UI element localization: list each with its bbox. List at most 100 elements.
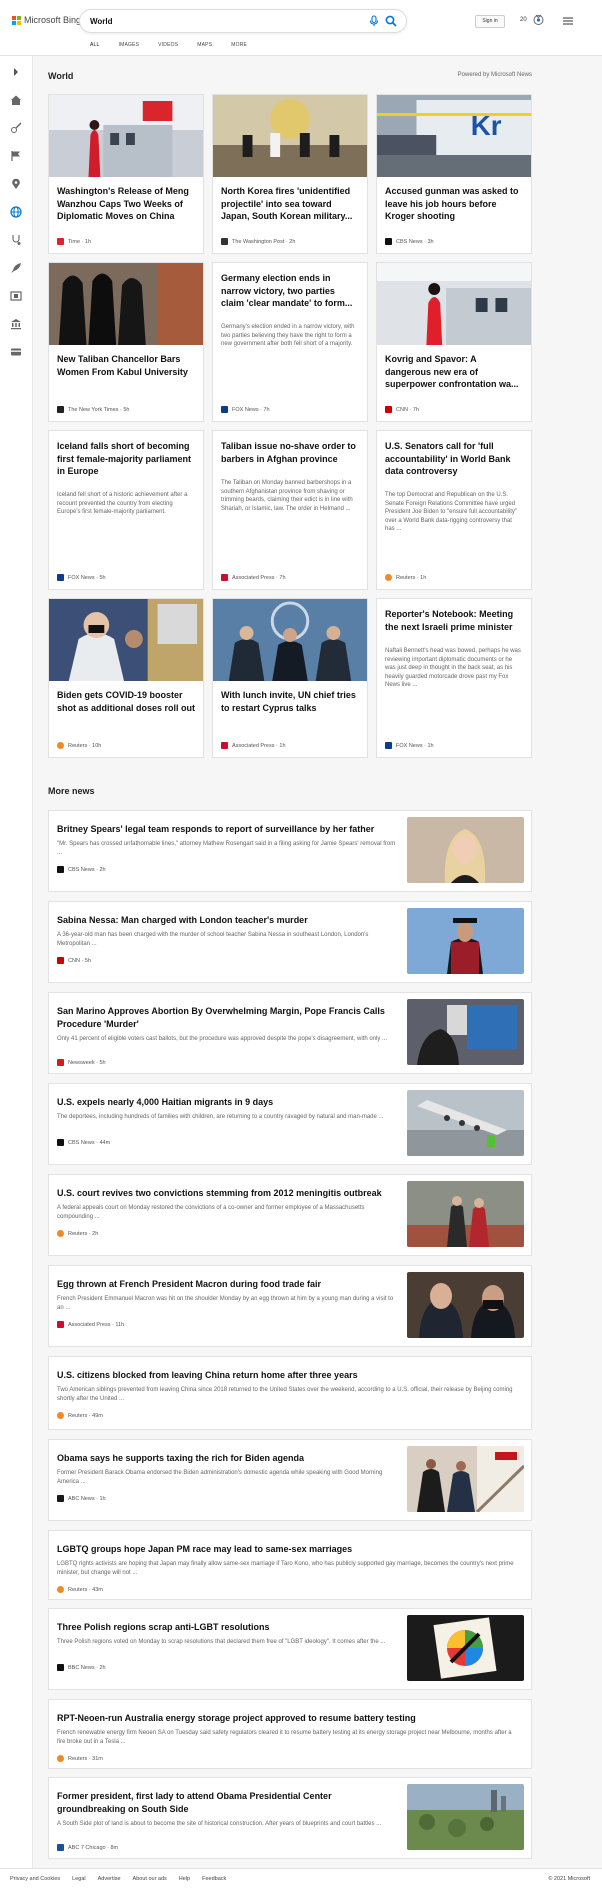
help-link[interactable]: Help — [179, 1876, 190, 1882]
rewards-medal-icon[interactable] — [532, 13, 545, 26]
news-card[interactable]: Germany election ends in narrow victory,… — [212, 262, 368, 422]
news-list-item[interactable]: Obama says he supports taxing the rich f… — [48, 1439, 532, 1521]
card-title[interactable]: New Taliban Chancellor Bars Women From K… — [57, 353, 195, 378]
item-title[interactable]: Three Polish regions scrap anti-LGBT res… — [57, 1621, 397, 1634]
globe-icon[interactable] — [10, 206, 22, 218]
microphone-icon[interactable] — [368, 15, 380, 27]
news-card[interactable]: U.S. Senators call for 'full accountabil… — [376, 430, 532, 590]
card-title[interactable]: Germany election ends in narrow victory,… — [221, 272, 359, 310]
news-card[interactable]: New Taliban Chancellor Bars Women From K… — [48, 262, 204, 422]
location-pin-icon[interactable] — [10, 178, 22, 190]
news-card[interactable]: Kr Accused gunman was asked to leave his… — [376, 94, 532, 254]
news-card[interactable]: Kovrig and Spavor: A dangerous new era o… — [376, 262, 532, 422]
news-list-item[interactable]: Britney Spears' legal team responds to r… — [48, 810, 532, 892]
news-list-item[interactable]: U.S. citizens blocked from leaving China… — [48, 1356, 532, 1430]
news-thumbnail — [407, 1446, 524, 1512]
bbc-logo-icon — [57, 1664, 64, 1671]
item-source: Reuters · 31m — [57, 1755, 103, 1762]
card-title[interactable]: Washington's Release of Meng Wanzhou Cap… — [57, 185, 195, 223]
card-source: Associated Press · 7h — [221, 574, 286, 581]
bing-logo[interactable]: Microsoft Bing — [12, 15, 81, 25]
item-source: Reuters · 2h — [57, 1230, 98, 1237]
news-photo — [49, 263, 203, 345]
cbs-logo-icon — [385, 238, 392, 245]
tab-images[interactable]: IMAGES — [119, 42, 140, 48]
item-title[interactable]: U.S. citizens blocked from leaving China… — [57, 1369, 517, 1382]
news-photo — [377, 263, 531, 345]
card-title[interactable]: Taliban issue no-shave order to barbers … — [221, 440, 359, 465]
item-title[interactable]: Former president, first lady to attend O… — [57, 1790, 397, 1815]
hamburger-menu-icon[interactable] — [562, 15, 574, 27]
item-description: Former President Barack Obama endorsed t… — [57, 1470, 383, 1485]
rocket-icon[interactable] — [10, 262, 22, 274]
item-title[interactable]: LGBTQ groups hope Japan PM race may lead… — [57, 1543, 517, 1556]
news-list-item[interactable]: Former president, first lady to attend O… — [48, 1777, 532, 1859]
news-card[interactable]: Biden gets COVID-19 booster shot as addi… — [48, 598, 204, 758]
news-list-item[interactable]: U.S. court revives two convictions stemm… — [48, 1174, 532, 1256]
advertise-link[interactable]: Advertise — [98, 1876, 121, 1882]
news-list-item[interactable]: LGBTQ groups hope Japan PM race may lead… — [48, 1530, 532, 1600]
item-title[interactable]: Obama says he supports taxing the rich f… — [57, 1452, 397, 1465]
card-title[interactable]: Accused gunman was asked to leave his jo… — [385, 185, 523, 223]
item-title[interactable]: U.S. court revives two convictions stemm… — [57, 1187, 397, 1200]
news-list-item[interactable]: Sabina Nessa: Man charged with London te… — [48, 901, 532, 983]
news-list-item[interactable]: Egg thrown at French President Macron du… — [48, 1265, 532, 1347]
item-title[interactable]: Britney Spears' legal team responds to r… — [57, 823, 397, 836]
news-list-item[interactable]: San Marino Approves Abortion By Overwhel… — [48, 992, 532, 1074]
card-description: Naftali Bennett's head was bowed, perhap… — [385, 648, 521, 688]
fox-news-logo-icon — [385, 742, 392, 749]
flag-icon[interactable] — [10, 150, 22, 162]
news-list-item[interactable]: U.S. expels nearly 4,000 Haitian migrant… — [48, 1083, 532, 1165]
card-title[interactable]: Iceland falls short of becoming first fe… — [57, 440, 195, 478]
item-title[interactable]: U.S. expels nearly 4,000 Haitian migrant… — [57, 1096, 397, 1109]
film-icon[interactable] — [10, 290, 22, 302]
tab-videos[interactable]: VIDEOS — [158, 42, 178, 48]
card-source: FOX News · 1h — [385, 742, 434, 749]
stethoscope-icon[interactable] — [10, 234, 22, 246]
privacy-link[interactable]: Privacy and Cookies — [10, 1876, 60, 1882]
news-card[interactable]: Taliban issue no-shave order to barbers … — [212, 430, 368, 590]
tab-more[interactable]: MORE — [231, 42, 247, 48]
news-thumbnail — [407, 1090, 524, 1156]
item-title[interactable]: RPT-Neoen-run Australia energy storage p… — [57, 1712, 517, 1725]
card-title[interactable]: Reporter's Notebook: Meeting the next Is… — [385, 608, 523, 633]
rewards-points[interactable]: 20 — [520, 17, 527, 23]
card-title[interactable]: Kovrig and Spavor: A dangerous new era o… — [385, 353, 523, 391]
item-title[interactable]: Sabina Nessa: Man charged with London te… — [57, 914, 397, 927]
news-list-item[interactable]: RPT-Neoen-run Australia energy storage p… — [48, 1699, 532, 1769]
tab-maps[interactable]: MAPS — [197, 42, 212, 48]
news-thumbnail — [407, 908, 524, 974]
more-news-title: More news — [48, 786, 95, 796]
news-card[interactable]: With lunch invite, UN chief tries to res… — [212, 598, 368, 758]
item-description: A federal appeals court on Monday restor… — [57, 1205, 365, 1220]
sports-icon[interactable] — [10, 122, 22, 134]
reuters-logo-icon — [57, 1586, 64, 1593]
search-box — [80, 10, 406, 32]
card-icon[interactable] — [10, 346, 22, 358]
card-title[interactable]: North Korea fires 'unidentified projecti… — [221, 185, 359, 223]
news-list-item[interactable]: Three Polish regions scrap anti-LGBT res… — [48, 1608, 532, 1690]
item-source: CBS News · 44m — [57, 1139, 110, 1146]
legal-link[interactable]: Legal — [72, 1876, 85, 1882]
sign-in-button[interactable]: Sign in — [475, 15, 505, 28]
home-icon[interactable] — [10, 94, 22, 106]
about-ads-link[interactable]: About our ads — [133, 1876, 167, 1882]
fox-news-logo-icon — [57, 574, 64, 581]
news-card[interactable]: North Korea fires 'unidentified projecti… — [212, 94, 368, 254]
expand-icon[interactable] — [10, 66, 22, 78]
item-title[interactable]: San Marino Approves Abortion By Overwhel… — [57, 1005, 397, 1030]
feedback-link[interactable]: Feedback — [202, 1876, 226, 1882]
news-card[interactable]: Iceland falls short of becoming first fe… — [48, 430, 204, 590]
card-description: Iceland fell short of a historic achieve… — [57, 492, 188, 515]
news-thumbnail — [407, 817, 524, 883]
tab-all[interactable]: ALL — [90, 42, 100, 48]
card-title[interactable]: U.S. Senators call for 'full accountabil… — [385, 440, 523, 478]
card-title[interactable]: Biden gets COVID-19 booster shot as addi… — [57, 689, 195, 714]
news-card[interactable]: Reporter's Notebook: Meeting the next Is… — [376, 598, 532, 758]
card-title[interactable]: With lunch invite, UN chief tries to res… — [221, 689, 359, 714]
search-input[interactable] — [90, 14, 340, 28]
bank-icon[interactable] — [10, 318, 22, 330]
item-title[interactable]: Egg thrown at French President Macron du… — [57, 1278, 397, 1291]
news-card[interactable]: Washington's Release of Meng Wanzhou Cap… — [48, 94, 204, 254]
search-icon[interactable] — [385, 15, 397, 27]
